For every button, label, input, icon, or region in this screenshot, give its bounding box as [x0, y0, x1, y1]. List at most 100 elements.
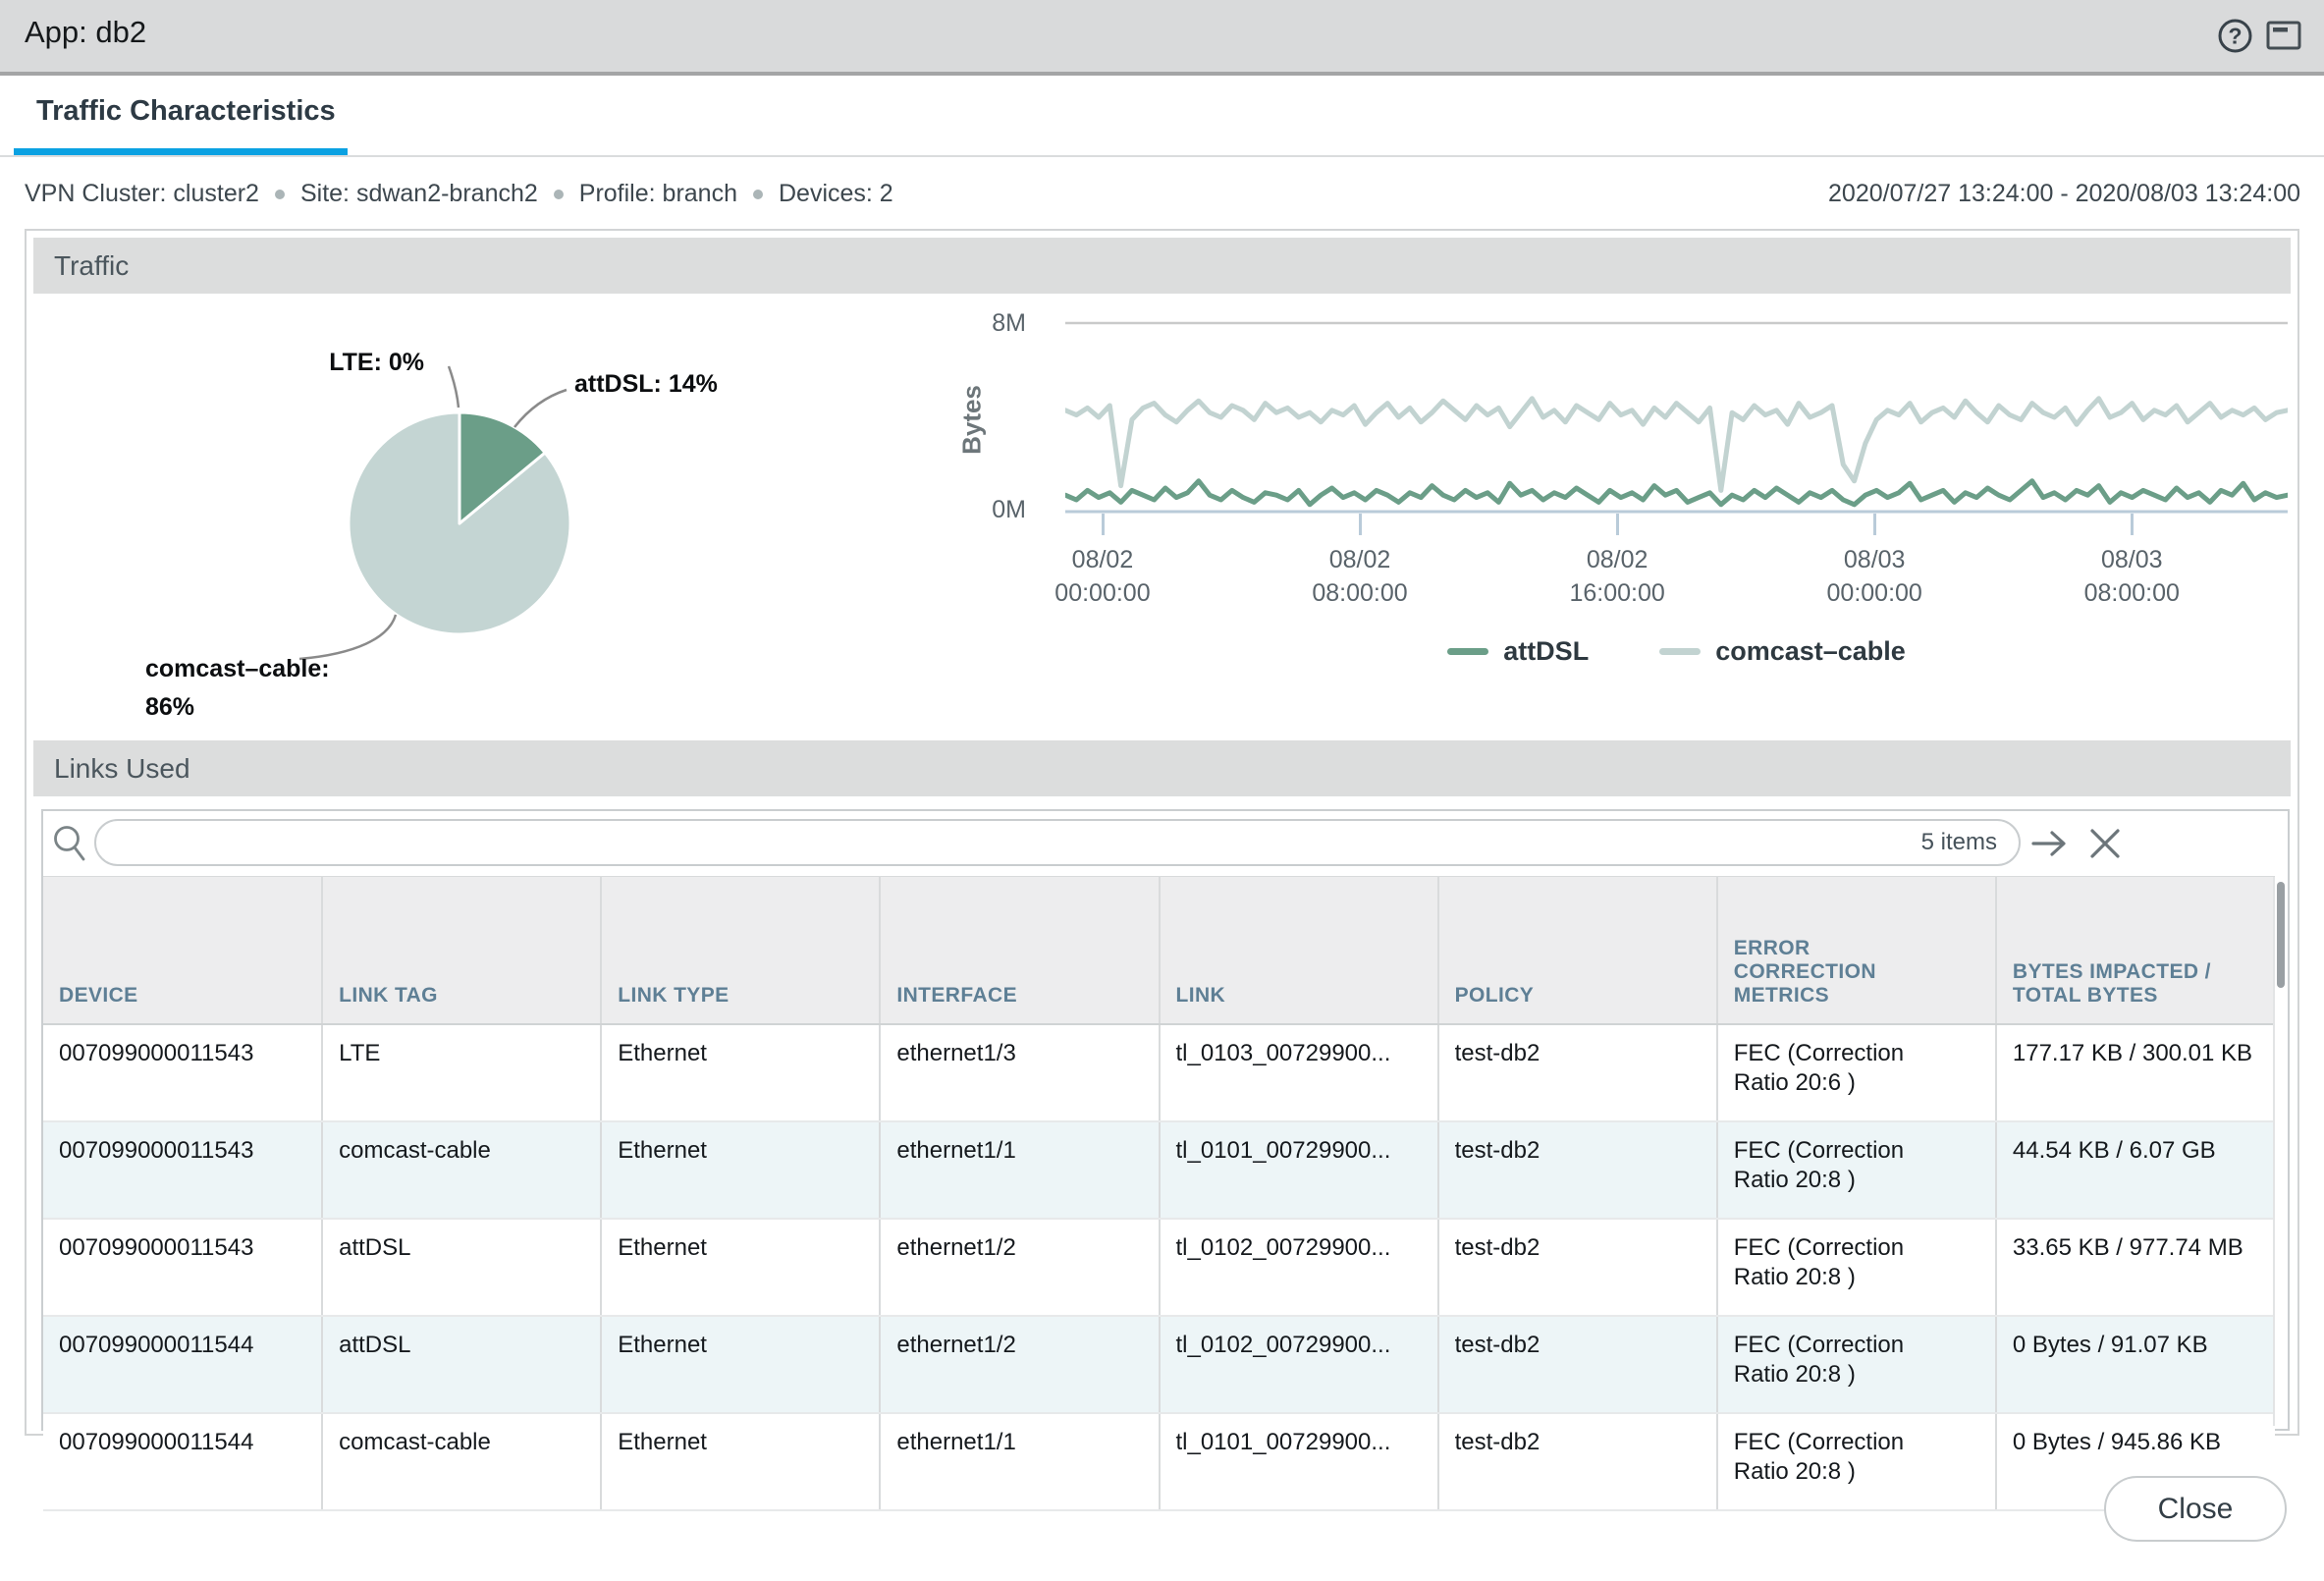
comcast-legend-swatch [1659, 648, 1701, 655]
cell-fec: FEC (Correction Ratio 20:8 ) [1717, 1413, 1996, 1510]
attdsl-legend-swatch [1447, 648, 1488, 655]
x-tick [1359, 514, 1362, 535]
cell-fec: FEC (Correction Ratio 20:8 ) [1717, 1316, 1996, 1413]
pie-label-comcast: comcast–cable: 86% [145, 650, 330, 727]
tab-traffic-characteristics[interactable]: Traffic Characteristics [36, 95, 336, 128]
cell-link-tag: comcast-cable [322, 1413, 601, 1510]
cell-device: 007099000011543 [43, 1219, 322, 1316]
cell-interface: ethernet1/3 [880, 1024, 1159, 1121]
table-row: 007099000011543 comcast-cable Ethernet e… [43, 1121, 2275, 1219]
vpn-cluster-label: VPN Cluster: cluster2 [25, 180, 259, 208]
traffic-section-header: Traffic [33, 238, 2291, 294]
line-chart-plot [1065, 399, 2288, 505]
series-line-attdsl [1065, 481, 2288, 505]
col-error-correction[interactable]: ERROR CORRECTION METRICS [1717, 877, 1996, 1025]
y-tick-8m: 8M [957, 309, 1026, 338]
series-line-comcast [1065, 399, 2288, 491]
table-header-row: DEVICE LINK TAG LINK TYPE INTERFACE LINK… [43, 877, 2275, 1025]
cell-link-type: Ethernet [601, 1121, 880, 1219]
x-tick-label: 08/0200:00:00 [1054, 543, 1150, 610]
cell-bytes: 177.17 KB / 300.01 KB [1996, 1024, 2275, 1121]
legend-item-comcast: comcast–cable [1659, 636, 1906, 667]
chart-legend: attDSL comcast–cable [1065, 636, 2288, 667]
cell-bytes: 0 Bytes / 91.07 KB [1996, 1316, 2275, 1413]
apply-filter-arrow-icon[interactable] [2030, 826, 2070, 866]
clear-filter-x-icon[interactable] [2087, 826, 2123, 866]
search-input[interactable] [118, 828, 1921, 857]
col-link-tag[interactable]: LINK TAG [322, 877, 601, 1025]
table-toolbar: 5 items [43, 811, 2288, 876]
y-tick-0m: 0M [957, 496, 1026, 524]
cell-policy: test-db2 [1438, 1219, 1717, 1316]
table-row: 007099000011544 attDSL Ethernet ethernet… [43, 1316, 2275, 1413]
cell-policy: test-db2 [1438, 1316, 1717, 1413]
window-icon[interactable] [2265, 18, 2302, 59]
x-tick [2131, 514, 2134, 535]
cell-fec: FEC (Correction Ratio 20:6 ) [1717, 1024, 1996, 1121]
cell-device: 007099000011544 [43, 1316, 322, 1413]
cell-interface: ethernet1/2 [880, 1219, 1159, 1316]
cell-link-tag: attDSL [322, 1219, 601, 1316]
legend-item-attdsl: attDSL [1447, 636, 1589, 667]
close-button[interactable]: Close [2104, 1476, 2287, 1542]
dialog-title: App: db2 [25, 15, 146, 50]
context-breadcrumb: VPN Cluster: cluster2 Site: sdwan2-branc… [25, 180, 893, 208]
col-link[interactable]: LINK [1160, 877, 1438, 1025]
separator-dot [275, 190, 285, 199]
col-link-type[interactable]: LINK TYPE [601, 877, 880, 1025]
x-tick-label: 08/0300:00:00 [1827, 543, 1922, 610]
cell-link[interactable]: tl_0101_00729900... [1160, 1413, 1438, 1510]
help-icon[interactable]: ? [2217, 18, 2253, 59]
cell-policy: test-db2 [1438, 1121, 1717, 1219]
x-tick [1102, 514, 1105, 535]
cell-bytes: 44.54 KB / 6.07 GB [1996, 1121, 2275, 1219]
pie-label-attdsl: attDSL: 14% [574, 365, 718, 404]
links-used-panel: 5 items DEVI [41, 809, 2290, 1431]
cell-link[interactable]: tl_0102_00729900... [1160, 1316, 1438, 1413]
x-axis: 08/0200:00:00 08/0208:00:00 08/0216:00:0… [1065, 514, 2288, 622]
table-row: 007099000011543 LTE Ethernet ethernet1/3… [43, 1024, 2275, 1121]
search-field: 5 items [94, 819, 2021, 866]
x-tick [1616, 514, 1619, 535]
col-policy[interactable]: POLICY [1438, 877, 1717, 1025]
active-tab-underline [14, 148, 348, 155]
cell-link-type: Ethernet [601, 1024, 880, 1121]
separator-dot [554, 190, 564, 199]
cell-link-type: Ethernet [601, 1413, 880, 1510]
col-interface[interactable]: INTERFACE [880, 877, 1159, 1025]
profile-label: Profile: branch [579, 180, 737, 208]
time-range-label: 2020/07/27 13:24:00 - 2020/08/03 13:24:0… [1828, 180, 2300, 208]
table-scrollbar [2273, 877, 2288, 1426]
cell-interface: ethernet1/1 [880, 1121, 1159, 1219]
items-count-badge: 5 items [1921, 829, 1997, 856]
cell-policy: test-db2 [1438, 1413, 1717, 1510]
table-scrollbar-thumb[interactable] [2277, 882, 2285, 988]
x-tick-label: 08/0216:00:00 [1569, 543, 1664, 610]
cell-link[interactable]: tl_0102_00729900... [1160, 1219, 1438, 1316]
cell-device: 007099000011543 [43, 1024, 322, 1121]
col-device[interactable]: DEVICE [43, 877, 322, 1025]
x-tick-label: 08/0308:00:00 [2084, 543, 2180, 610]
svg-text:?: ? [2228, 24, 2242, 49]
col-bytes-impacted[interactable]: BYTES IMPACTED / TOTAL BYTES [1996, 877, 2275, 1025]
cell-policy: test-db2 [1438, 1024, 1717, 1121]
table-row: 007099000011544 comcast-cable Ethernet e… [43, 1413, 2275, 1510]
search-icon [51, 824, 90, 870]
cell-link-tag: comcast-cable [322, 1121, 601, 1219]
devices-label: Devices: 2 [779, 180, 893, 208]
cell-link-tag: LTE [322, 1024, 601, 1121]
table-row: 007099000011543 attDSL Ethernet ethernet… [43, 1219, 2275, 1316]
cell-link[interactable]: tl_0103_00729900... [1160, 1024, 1438, 1121]
cell-link-type: Ethernet [601, 1316, 880, 1413]
cell-fec: FEC (Correction Ratio 20:8 ) [1717, 1219, 1996, 1316]
separator-dot [753, 190, 763, 199]
x-tick [1873, 514, 1876, 535]
links-used-section-header: Links Used [33, 740, 2291, 796]
cell-interface: ethernet1/1 [880, 1413, 1159, 1510]
app-dialog: App: db2 ? Traffic Characteristics VPN C… [0, 0, 2324, 1581]
cell-link[interactable]: tl_0101_00729900... [1160, 1121, 1438, 1219]
cell-device: 007099000011544 [43, 1413, 322, 1510]
y-axis-label: Bytes [957, 356, 988, 484]
cell-link-tag: attDSL [322, 1316, 601, 1413]
traffic-line-chart [1065, 314, 2288, 517]
